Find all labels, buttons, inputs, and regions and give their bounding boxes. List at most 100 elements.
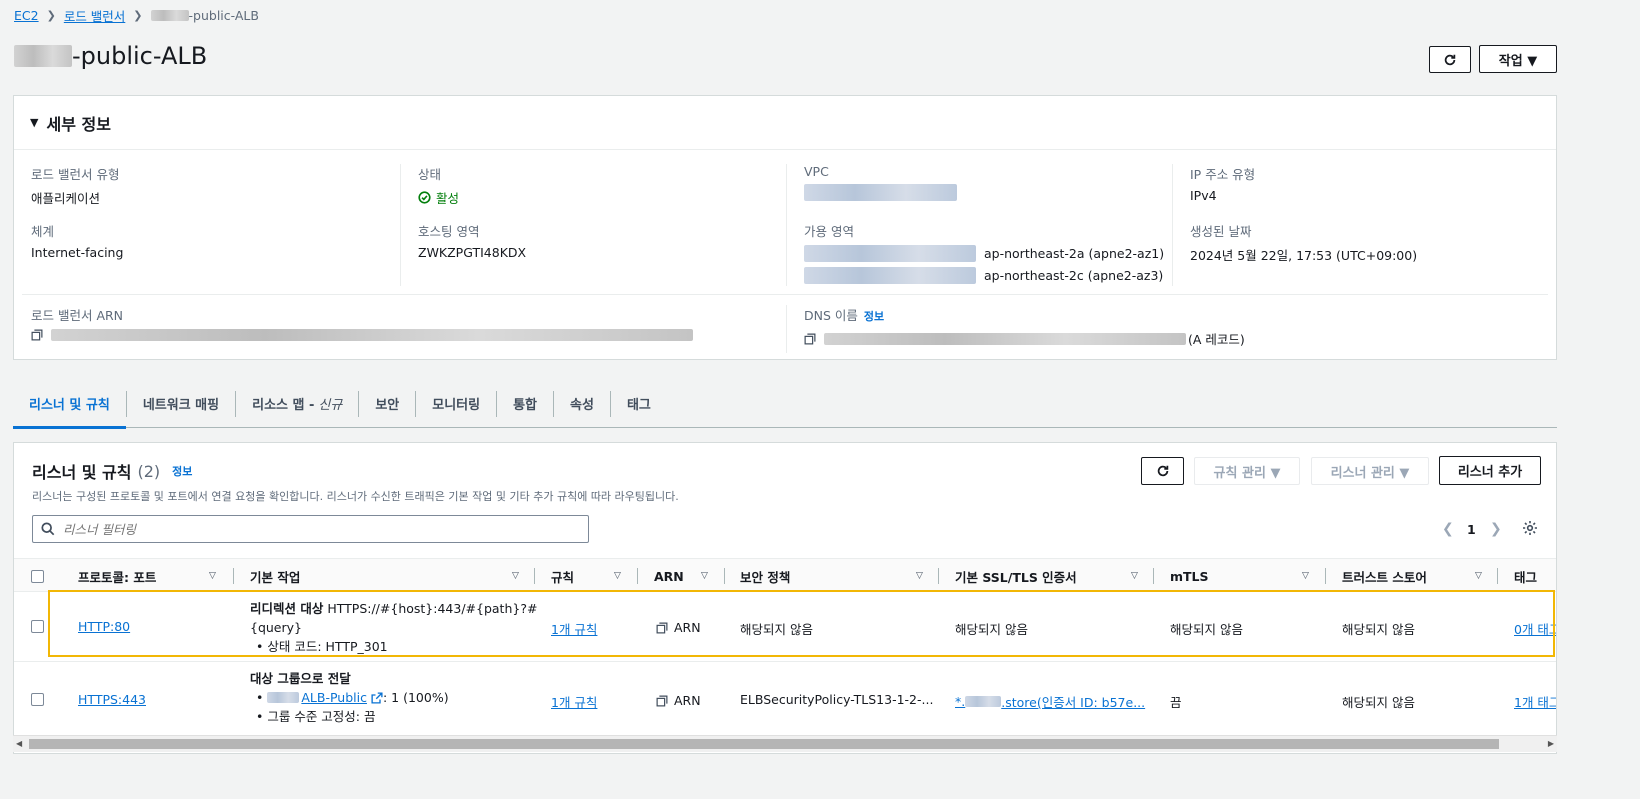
tab-integrations[interactable]: 통합 — [497, 380, 553, 428]
lb-type-field: 로드 밸런서 유형 애플리케이션 — [31, 164, 119, 207]
column-separator — [1153, 568, 1154, 584]
copy-icon[interactable] — [31, 329, 43, 341]
tab-listeners-rules[interactable]: 리스너 및 규칙 — [13, 380, 126, 429]
tab-resource-map[interactable]: 리소스 맵 - 신규 — [236, 380, 358, 428]
trust-store-cell: 해당되지 않음 — [1342, 695, 1415, 710]
settings-gear-icon[interactable] — [1522, 520, 1538, 539]
action-bullet-text: 상태 코드: HTTP_301 — [267, 639, 388, 654]
breadcrumb-current: -public-ALB — [150, 7, 259, 23]
refresh-icon — [1157, 465, 1168, 477]
table-row: HTTP:80 리디렉션 대상 HTTPS://#{host}:443/#{pa… — [14, 592, 1556, 662]
scroll-left-icon[interactable]: ◀ — [16, 739, 22, 748]
details-panel: ▼ 세부 정보 로드 밸런서 유형 애플리케이션 체계 Internet-fac… — [13, 95, 1557, 360]
listener-filter[interactable] — [32, 515, 589, 543]
manage-rules-button[interactable]: 규칙 관리 ▼ — [1194, 457, 1300, 485]
row-checkbox[interactable] — [31, 693, 44, 706]
search-icon — [41, 522, 55, 536]
column-header-certificate[interactable]: 기본 SSL/TLS 인증서 ▽ — [955, 559, 1145, 593]
redacted-text — [824, 332, 1186, 345]
hosted-zone-value: ZWKZPGTI48KDX — [418, 245, 527, 260]
scheme-label: 체계 — [31, 224, 55, 239]
arn-label: 로드 밸런서 ARN — [31, 308, 124, 323]
tab-security[interactable]: 보안 — [359, 380, 415, 428]
arn-cell[interactable]: ARN — [656, 693, 701, 708]
vpc-value[interactable] — [804, 184, 957, 201]
listener-protocol-link[interactable]: HTTPS:443 — [78, 692, 146, 707]
select-all-checkbox[interactable] — [31, 559, 44, 593]
column-header-mtls[interactable]: mTLS ▽ — [1170, 559, 1314, 593]
redacted-link — [804, 184, 957, 201]
dns-value: (A 레코드) — [804, 329, 1245, 348]
listeners-count: (2) — [137, 461, 161, 481]
certificate-cell: 해당되지 않음 — [955, 622, 1028, 637]
listeners-refresh-button[interactable] — [1141, 457, 1184, 485]
column-separator — [938, 568, 939, 584]
manage-listener-button[interactable]: 리스너 관리 ▼ — [1311, 457, 1429, 485]
listener-protocol-link[interactable]: HTTP:80 — [78, 619, 130, 634]
horizontal-scrollbar[interactable]: ◀ ▶ — [13, 735, 1557, 752]
scroll-right-icon[interactable]: ▶ — [1548, 739, 1554, 748]
default-action-cell: 대상 그룹으로 전달 • ALB-Public : 1 (100%) • 그룹 … — [250, 669, 449, 726]
dns-info-link[interactable]: 정보 — [864, 310, 884, 323]
scheme-value: Internet-facing — [31, 245, 124, 260]
breadcrumb-load-balancers-link[interactable]: 로드 밸런서 — [64, 6, 125, 25]
lb-type-label: 로드 밸런서 유형 — [31, 167, 120, 182]
tab-new-badge: 신규 — [318, 398, 343, 413]
tags-link[interactable]: 1개 태그 — [1514, 692, 1556, 711]
listeners-info-link[interactable]: 정보 — [172, 463, 192, 479]
column-separator — [724, 568, 725, 584]
tags-link[interactable]: 0개 태그 — [1514, 619, 1556, 638]
sort-caret-icon: ▽ — [512, 571, 519, 581]
column-header-security-policy[interactable]: 보안 정책 ▽ — [740, 559, 930, 593]
redacted-link[interactable] — [804, 267, 976, 284]
details-header[interactable]: ▼ 세부 정보 — [14, 96, 1556, 150]
column-header-default-action[interactable]: 기본 작업 ▽ — [250, 559, 526, 593]
action-bullet: • 그룹 수준 고정성: 끔 — [256, 709, 376, 724]
column-header-arn[interactable]: ARN ▽ — [654, 559, 714, 593]
column-header-trust-store[interactable]: 트러스트 스토어 ▽ — [1342, 559, 1490, 593]
column-header-rules-label: 규칙 — [551, 569, 575, 585]
tab-monitoring[interactable]: 모니터링 — [416, 380, 496, 428]
created-field: 생성된 날짜 2024년 5월 22일, 17:53 (UTC+09:00) — [1190, 221, 1417, 264]
row-checkbox[interactable] — [31, 620, 44, 633]
tab-network-mapping[interactable]: 네트워크 매핑 — [127, 380, 235, 428]
status-value: 활성 — [418, 188, 459, 207]
next-page-icon[interactable]: ❯ — [1490, 521, 1502, 537]
tab-attributes[interactable]: 속성 — [554, 380, 610, 428]
column-divider — [400, 164, 401, 286]
certificate-link[interactable]: *. .store(인증서 ID: b57e... — [955, 692, 1145, 711]
tab-tags[interactable]: 태그 — [611, 380, 667, 428]
refresh-button[interactable] — [1429, 46, 1471, 73]
details-header-title: 세부 정보 — [46, 114, 111, 134]
target-group-link[interactable]: ALB-Public — [267, 688, 367, 707]
dns-field: DNS 이름 정보 (A 레코드) — [804, 305, 1245, 348]
column-separator — [1325, 568, 1326, 584]
breadcrumb-ec2-link[interactable]: EC2 — [14, 8, 39, 23]
actions-dropdown-button[interactable]: 작업 ▼ — [1479, 45, 1557, 73]
breadcrumb-current-label: -public-ALB — [188, 7, 259, 23]
security-policy-cell: ELBSecurityPolicy-TLS13-1-2-... — [740, 692, 934, 707]
add-listener-button[interactable]: 리스너 추가 — [1439, 456, 1541, 485]
rules-link[interactable]: 1개 규칙 — [551, 619, 597, 638]
rules-link[interactable]: 1개 규칙 — [551, 692, 597, 711]
column-header-tags[interactable]: 태그 — [1514, 559, 1537, 593]
redacted-link[interactable] — [804, 245, 976, 262]
hosted-zone-field: 호스팅 영역 ZWKZPGTI48KDX — [418, 221, 526, 260]
listener-filter-input[interactable] — [63, 521, 543, 537]
action-bullet: • ALB-Public : 1 (100%) — [256, 688, 449, 707]
arn-cell-label: ARN — [674, 693, 701, 708]
column-header-protocol[interactable]: 프로토콜: 포트 ▽ — [78, 559, 222, 593]
prev-page-icon[interactable]: ❮ — [1442, 521, 1454, 537]
copy-icon[interactable] — [804, 333, 816, 345]
column-header-rules[interactable]: 규칙 ▽ — [551, 559, 627, 593]
scrollbar-thumb[interactable] — [29, 739, 1499, 749]
page-title: -public-ALB — [14, 42, 207, 70]
sort-caret-icon: ▽ — [614, 571, 621, 581]
external-link-icon[interactable] — [371, 691, 383, 704]
arn-cell[interactable]: ARN — [656, 620, 701, 635]
mtls-cell: 끔 — [1170, 695, 1182, 710]
sort-caret-icon: ▽ — [1131, 571, 1138, 581]
page-number[interactable]: 1 — [1467, 522, 1476, 537]
created-label: 생성된 날짜 — [1190, 224, 1252, 239]
vpc-label: VPC — [804, 164, 829, 179]
